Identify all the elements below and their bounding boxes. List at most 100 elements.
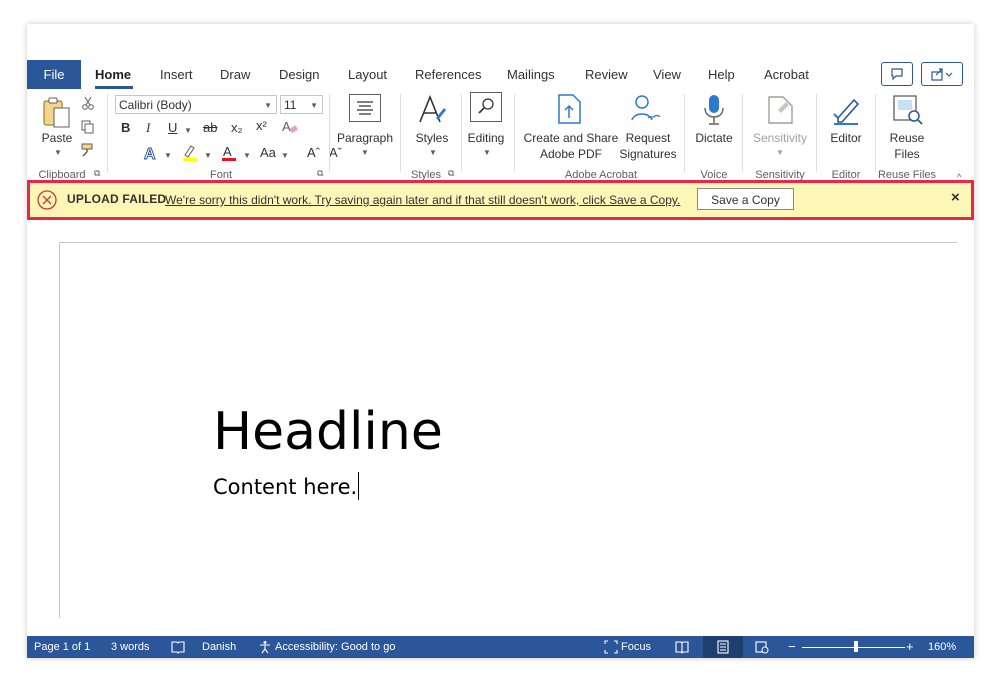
print-layout-icon [717, 640, 729, 654]
format-painter-icon[interactable] [81, 143, 97, 157]
tab-draw[interactable]: Draw [220, 60, 250, 89]
accessibility-status[interactable]: Accessibility: Good to go [275, 636, 395, 658]
paste-label[interactable]: Paste [41, 130, 73, 146]
language-status[interactable]: Danish [202, 636, 236, 658]
highlight-chevron-icon[interactable]: ▼ [204, 151, 212, 160]
styles-launcher-icon[interactable]: ⧉ [448, 168, 454, 179]
bold-button[interactable]: B [121, 120, 130, 135]
change-case-button[interactable]: Aa [260, 145, 276, 160]
request-signatures-label-2[interactable]: Signatures [616, 146, 680, 162]
document-headline[interactable]: Headline [213, 402, 443, 462]
styles-icon[interactable] [416, 94, 448, 126]
tab-view[interactable]: View [653, 60, 681, 89]
zoom-level[interactable]: 160% [928, 636, 956, 658]
separator [684, 94, 685, 172]
reuse-files-icon[interactable] [892, 94, 924, 126]
accessibility-icon[interactable] [258, 640, 272, 654]
copy-icon[interactable] [81, 120, 95, 134]
change-case-chevron-icon[interactable]: ▼ [281, 151, 289, 160]
paste-icon[interactable] [41, 96, 73, 130]
clear-formatting-icon[interactable]: A [281, 119, 299, 135]
tab-mailings[interactable]: Mailings [507, 60, 555, 89]
zoom-in-button[interactable]: + [906, 636, 914, 658]
tab-review[interactable]: Review [585, 60, 628, 89]
document-content[interactable]: Content here. [213, 472, 360, 500]
tab-home[interactable]: Home [95, 60, 131, 89]
tab-file[interactable]: File [27, 60, 81, 89]
comments-button[interactable] [881, 62, 913, 86]
print-layout-button[interactable] [703, 636, 743, 658]
highlight-icon[interactable] [181, 144, 199, 162]
editing-label[interactable]: Editing [463, 130, 509, 146]
focus-button[interactable]: Focus [621, 636, 651, 658]
sensitivity-label: Sensitivity [752, 131, 808, 145]
text-effects-icon[interactable]: A [143, 144, 161, 163]
separator [461, 94, 462, 172]
cut-icon[interactable] [81, 96, 95, 110]
tab-layout[interactable]: Layout [348, 60, 387, 89]
request-signatures-label-1[interactable]: Request [620, 130, 676, 146]
focus-icon[interactable] [604, 640, 618, 654]
tab-acrobat[interactable]: Acrobat [764, 60, 809, 89]
proofing-book-icon[interactable] [171, 640, 185, 654]
document-canvas[interactable]: Headline Content here. [27, 220, 974, 636]
page-count[interactable]: Page 1 of 1 [34, 636, 90, 658]
strikethrough-button[interactable]: ab [203, 120, 217, 135]
web-layout-icon[interactable] [755, 640, 769, 654]
font-size-select[interactable]: 11 ▼ [280, 95, 323, 114]
font-name-select[interactable]: Calibri (Body) ▼ [115, 95, 277, 114]
error-icon [37, 190, 57, 210]
save-a-copy-button[interactable]: Save a Copy [697, 188, 794, 210]
ribbon-tab-bar: File Home Insert Draw Design Layout Refe… [27, 60, 974, 90]
italic-button[interactable]: I [146, 120, 150, 136]
underline-button[interactable]: U [168, 120, 177, 135]
tab-design[interactable]: Design [279, 60, 319, 89]
editor-label[interactable]: Editor [818, 130, 874, 146]
create-pdf-icon[interactable] [556, 94, 584, 124]
tab-references[interactable]: References [415, 60, 481, 89]
svg-text:A: A [282, 119, 291, 134]
styles-label[interactable]: Styles [402, 130, 462, 146]
editing-search-icon[interactable] [470, 92, 502, 122]
font-launcher-icon[interactable]: ⧉ [317, 168, 323, 179]
notification-title: UPLOAD FAILED [67, 192, 167, 206]
paragraph-label[interactable]: Paragraph [333, 130, 397, 146]
editing-chevron-icon[interactable]: ▼ [483, 148, 491, 157]
request-signatures-icon[interactable] [630, 94, 662, 124]
zoom-slider-thumb[interactable] [854, 641, 858, 652]
tab-help[interactable]: Help [708, 60, 735, 89]
paragraph-icon[interactable] [349, 94, 381, 122]
paste-chevron-icon[interactable]: ▼ [54, 148, 62, 157]
word-count[interactable]: 3 words [111, 636, 150, 658]
underline-chevron-icon[interactable]: ▼ [184, 126, 192, 135]
dictate-label[interactable]: Dictate [686, 130, 742, 146]
reuse-files-label-2[interactable]: Files [877, 146, 937, 162]
editor-icon[interactable] [830, 94, 862, 126]
notification-message-link[interactable]: We're sorry this didn't work. Try saving… [165, 193, 680, 207]
voice-group: Dictate Voice [686, 90, 742, 181]
active-tab-indicator [95, 86, 133, 89]
styles-chevron-icon[interactable]: ▼ [429, 148, 437, 157]
separator [329, 94, 330, 172]
share-button[interactable] [921, 62, 963, 86]
sensitivity-chevron-icon: ▼ [776, 148, 784, 157]
superscript-button[interactable]: x² [256, 118, 267, 133]
close-icon[interactable]: × [951, 189, 960, 206]
read-mode-icon[interactable] [675, 640, 689, 654]
ribbon-home: Paste ▼ Clipboard ⧉ Calibri (Body) ▼ 11 … [27, 90, 974, 182]
tab-insert[interactable]: Insert [160, 60, 193, 89]
clipboard-launcher-icon[interactable]: ⧉ [94, 168, 100, 179]
subscript-button[interactable]: x₂ [231, 120, 243, 135]
text-effects-chevron-icon[interactable]: ▼ [164, 151, 172, 160]
reuse-files-label-1[interactable]: Reuse [877, 130, 937, 146]
font-color-icon[interactable]: A [220, 144, 238, 162]
create-pdf-label-1[interactable]: Create and Share [516, 130, 626, 146]
sensitivity-group: Sensitivity ▼ Sensitivity [744, 90, 814, 181]
zoom-out-button[interactable]: − [788, 636, 796, 658]
create-pdf-label-2[interactable]: Adobe PDF [516, 146, 626, 162]
font-color-chevron-icon[interactable]: ▼ [243, 151, 251, 160]
grow-font-button[interactable]: Aˆ [307, 145, 320, 160]
svg-text:A: A [223, 144, 232, 159]
microphone-icon[interactable] [703, 94, 725, 126]
paragraph-chevron-icon[interactable]: ▼ [361, 148, 369, 157]
